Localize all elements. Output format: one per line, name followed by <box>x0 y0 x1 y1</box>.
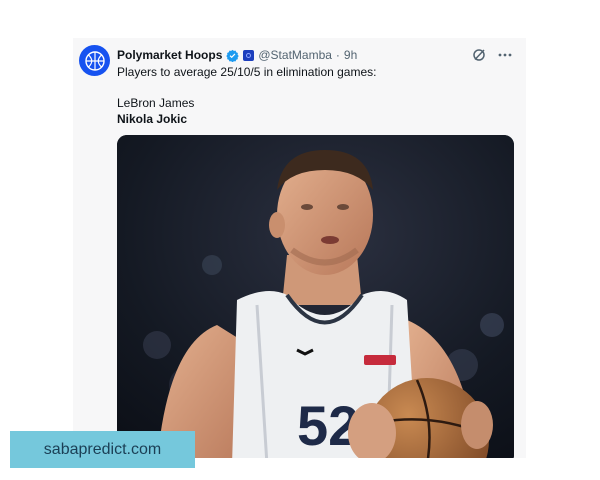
avatar[interactable] <box>79 45 110 76</box>
watermark-banner: sabapredict.com <box>10 431 195 468</box>
tweet-photo[interactable]: 52 <box>117 135 514 458</box>
tweet-text: Players to average 25/10/5 in eliminatio… <box>117 65 377 79</box>
handle[interactable]: @StatMamba <box>258 48 332 62</box>
option-lebron: LeBron James <box>117 96 195 110</box>
display-name[interactable]: Polymarket Hoops <box>117 48 222 62</box>
affiliate-badge-icon <box>243 49 255 61</box>
tweet-header: Polymarket Hoops @StatMamba · 9h <box>117 46 512 64</box>
more-icon[interactable] <box>498 53 512 57</box>
watermark-text: sabapredict.com <box>43 440 162 458</box>
option-jokic: Nikola Jokic <box>117 112 188 126</box>
separator: · <box>335 48 340 62</box>
polymarket-logo-icon <box>84 50 105 71</box>
timestamp[interactable]: 9h <box>344 48 357 62</box>
tweet-card[interactable]: Polymarket Hoops @StatMamba · 9h Players… <box>73 38 526 458</box>
verified-badge-icon <box>226 49 240 62</box>
grok-icon[interactable] <box>472 48 486 62</box>
header-actions <box>472 48 512 62</box>
